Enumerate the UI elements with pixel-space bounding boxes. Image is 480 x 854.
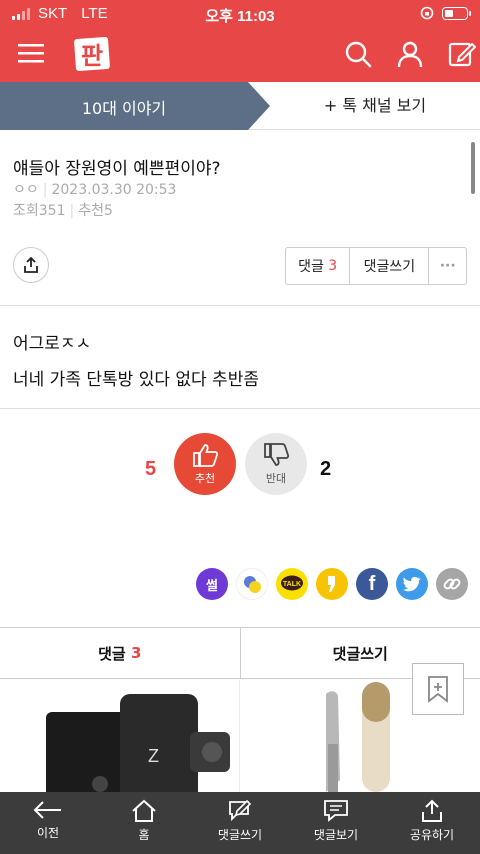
svg-text:판: 판 xyxy=(81,42,103,70)
more-button[interactable]: ··· xyxy=(429,248,466,284)
views-count: 351 xyxy=(38,203,66,219)
facebook-share-button[interactable]: f xyxy=(356,568,388,600)
scrollbar[interactable] xyxy=(471,142,475,194)
kakaostory-icon xyxy=(328,576,335,592)
post-date: 2023.03.30 20:53 xyxy=(51,182,177,198)
share-icon xyxy=(24,256,38,273)
write-comment-button[interactable]: 댓글쓰기 xyxy=(350,248,430,284)
post-action-group: 댓글 3 댓글쓰기 ··· xyxy=(285,247,467,285)
write-comment-icon xyxy=(229,799,252,822)
kakaostory-share-button[interactable] xyxy=(316,568,348,600)
band-icon xyxy=(244,576,261,593)
bookmark-icon xyxy=(428,676,448,703)
view-comment-icon xyxy=(324,800,348,822)
channel-tabs: 10대 이야기 + 톡 채널 보기 xyxy=(0,82,480,130)
write-icon[interactable] xyxy=(448,40,476,68)
nav-write-comment[interactable]: 댓글쓰기 xyxy=(192,792,288,854)
back-arrow-icon xyxy=(33,801,61,819)
tab-view-channels[interactable]: + 톡 채널 보기 xyxy=(270,82,480,130)
search-icon[interactable] xyxy=(344,40,372,68)
nav-home[interactable]: 홈 xyxy=(96,792,192,854)
kakaotalk-icon: TALK xyxy=(281,575,303,591)
ad-product-image-1[interactable]: Z xyxy=(0,680,240,792)
ssul-share-button[interactable]: 썰 xyxy=(196,568,228,600)
share-button[interactable] xyxy=(13,247,49,283)
post-body-line: 어그로ㅈㅅ xyxy=(13,334,92,354)
ad-banner[interactable]: Z xyxy=(0,680,480,792)
app-header: 판 xyxy=(0,28,480,82)
downvote-count: 2 xyxy=(320,458,332,480)
thumbs-down-icon xyxy=(264,443,290,466)
bookmark-button[interactable] xyxy=(412,663,464,715)
tab-10s-stories[interactable]: 10대 이야기 xyxy=(0,82,270,130)
post-title: 얘들아 장원영이 예쁜편이야? xyxy=(13,159,221,179)
recommend-label: 추천 xyxy=(78,203,104,219)
svg-text:TALK: TALK xyxy=(283,581,301,588)
post-body-line: 너네 가족 단톡방 있다 없다 추반좀 xyxy=(13,370,259,390)
share-icon xyxy=(422,799,442,822)
pann-logo[interactable]: 판 xyxy=(72,34,112,74)
upvote-count: 5 xyxy=(145,458,157,480)
home-icon xyxy=(132,799,156,822)
post-author[interactable]: ㅇㅇ xyxy=(13,182,39,198)
menu-icon[interactable] xyxy=(18,42,44,64)
divider xyxy=(0,305,480,306)
kakaotalk-share-button[interactable]: TALK xyxy=(276,568,308,600)
svg-text:Z: Z xyxy=(148,746,159,766)
bottom-nav: 이전 홈 댓글쓰기 댓글보기 공유하기 xyxy=(0,792,480,854)
comment-tabs: 댓글 3 댓글쓰기 xyxy=(0,627,480,679)
nav-back[interactable]: 이전 xyxy=(0,792,96,854)
downvote-button[interactable]: 반대 xyxy=(245,433,307,495)
band-share-button[interactable] xyxy=(236,568,268,600)
link-icon xyxy=(443,578,461,590)
recommend-count: 5 xyxy=(103,203,113,219)
twitter-icon xyxy=(403,576,421,592)
twitter-share-button[interactable] xyxy=(396,568,428,600)
rotation-lock-icon xyxy=(420,6,434,20)
comments-button[interactable]: 댓글 3 xyxy=(286,248,351,284)
tab-comments[interactable]: 댓글 3 xyxy=(0,628,241,678)
clock: 오후 11:03 xyxy=(205,8,275,25)
copy-link-button[interactable] xyxy=(436,568,468,600)
status-bar: SKT LTE 오후 11:03 xyxy=(0,0,480,28)
nav-view-comments[interactable]: 댓글보기 xyxy=(288,792,384,854)
battery-icon xyxy=(442,6,471,20)
divider xyxy=(0,408,480,409)
upvote-button[interactable]: 추천 xyxy=(174,433,236,495)
nav-share[interactable]: 공유하기 xyxy=(384,792,480,854)
views-label: 조회 xyxy=(13,203,39,219)
phone-holder-image: Z xyxy=(46,694,230,792)
user-icon[interactable] xyxy=(396,40,424,68)
social-share-row: 썰 TALK f xyxy=(196,568,468,600)
thumbs-up-icon xyxy=(193,444,219,467)
